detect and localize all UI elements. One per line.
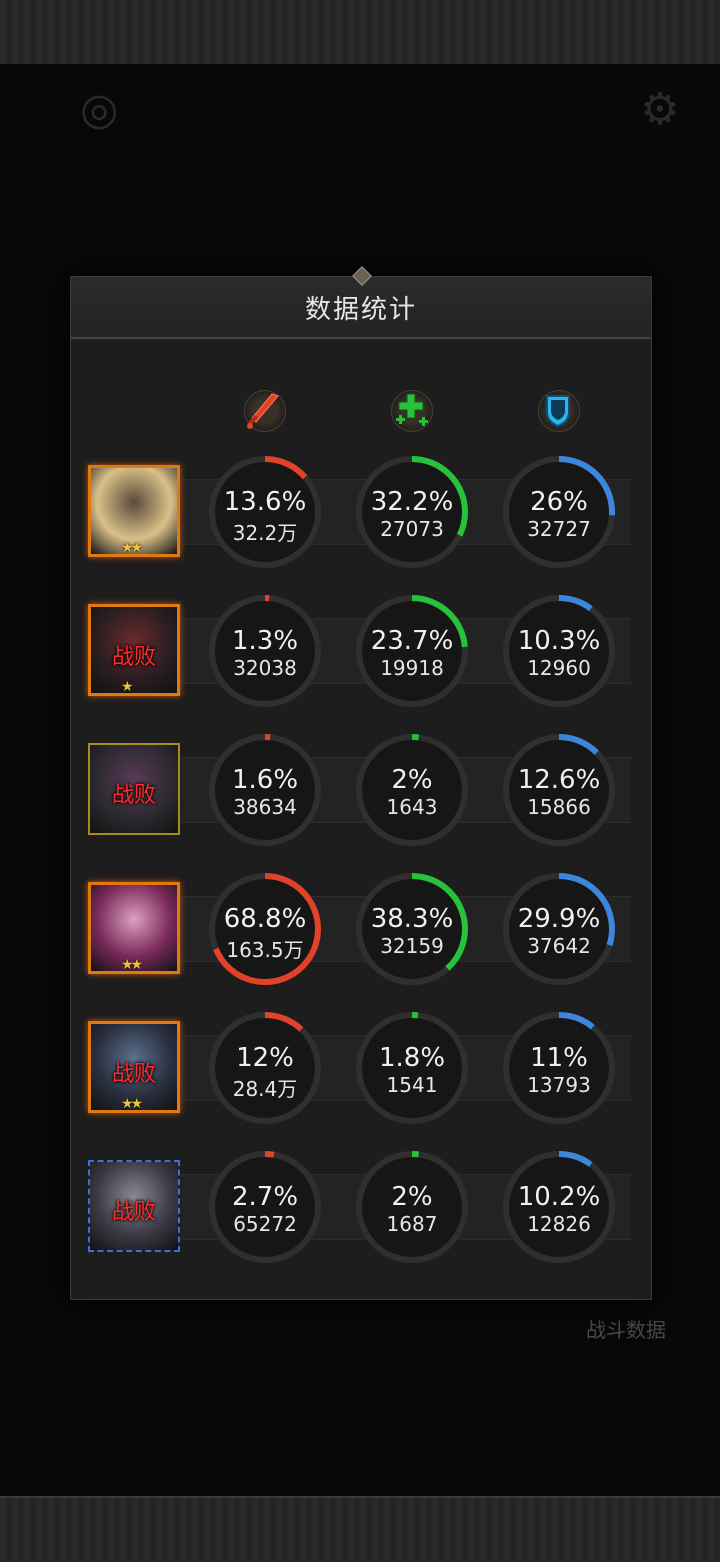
heal-value: 27073 xyxy=(380,517,444,541)
star-rating: ★ xyxy=(121,679,133,695)
panel-title: 数据统计 xyxy=(304,294,417,325)
top-frame-border xyxy=(0,0,720,66)
panel-header: 数据统计 xyxy=(71,266,651,339)
heal-percent: 1.8% xyxy=(378,1043,446,1073)
bg-menu-icon: ◎ xyxy=(80,84,119,135)
heal-value: 1541 xyxy=(386,1073,438,1097)
heal-ring: 38.3% 32159 xyxy=(353,870,471,988)
damage-percent: 2.7% xyxy=(231,1182,299,1212)
bottom-frame-border xyxy=(0,1496,720,1562)
damage-percent: 68.8% xyxy=(223,904,307,934)
hero-avatar[interactable]: ★★ xyxy=(88,882,180,974)
star-rating: ★★ xyxy=(121,1096,143,1112)
heal-value: 1687 xyxy=(386,1212,438,1236)
hero-stats-row: ★★ 13.6% 32.2万 32.2% 27073 26% 32727 xyxy=(71,453,651,571)
heal-ring: 23.7% 19918 xyxy=(353,592,471,710)
defeated-label: 战败 xyxy=(111,1200,156,1225)
heal-percent: 32.2% xyxy=(370,487,454,517)
hero-stats-row: 战败 ★ 1.3% 32038 23.7% 19918 10.3% 12960 xyxy=(71,592,651,710)
defeated-label: 战败 xyxy=(111,1062,156,1087)
damage-value: 28.4万 xyxy=(232,1077,298,1101)
battle-data-label[interactable]: 战斗数据 xyxy=(586,1314,666,1343)
heal-ring: 32.2% 27073 xyxy=(353,453,471,571)
shield-percent: 29.9% xyxy=(517,904,601,934)
hero-avatar[interactable]: 战败 xyxy=(88,743,180,835)
hero-avatar[interactable]: ★★ xyxy=(88,465,180,557)
shield-value: 15866 xyxy=(527,795,591,819)
defeated-label: 战败 xyxy=(111,783,156,808)
damage-ring: 2.7% 65272 xyxy=(206,1148,324,1266)
damage-percent: 12% xyxy=(236,1043,294,1073)
damage-value: 65272 xyxy=(233,1212,297,1236)
shield-value: 13793 xyxy=(527,1073,591,1097)
heal-percent: 2% xyxy=(391,1182,433,1212)
shield-ring: 12.6% 15866 xyxy=(500,731,618,849)
shield-percent: 10.2% xyxy=(517,1182,601,1212)
damage-ring: 1.6% 38634 xyxy=(206,731,324,849)
heal-value: 1643 xyxy=(386,795,438,819)
shield-ring: 29.9% 37642 xyxy=(500,870,618,988)
shield-value: 12826 xyxy=(527,1212,591,1236)
damage-percent: 1.3% xyxy=(231,626,299,656)
hero-avatar[interactable]: 战败 ★ xyxy=(88,604,180,696)
shield-percent: 12.6% xyxy=(517,765,601,795)
heal-percent: 23.7% xyxy=(370,626,454,656)
shield-percent: 11% xyxy=(530,1043,588,1073)
damage-value: 32.2万 xyxy=(232,521,298,545)
damage-value: 32038 xyxy=(233,656,297,680)
shield-percent: 26% xyxy=(530,487,588,517)
damage-percent: 13.6% xyxy=(223,487,307,517)
damage-ring: 13.6% 32.2万 xyxy=(206,453,324,571)
heal-ring: 1.8% 1541 xyxy=(353,1009,471,1127)
hero-stats-row: 战败 2.7% 65272 2% 1687 10.2% 12826 xyxy=(71,1148,651,1266)
damage-ring: 12% 28.4万 xyxy=(206,1009,324,1127)
shield-percent: 10.3% xyxy=(517,626,601,656)
heal-ring: 2% 1687 xyxy=(353,1148,471,1266)
hero-avatar[interactable]: 战败 xyxy=(88,1160,180,1252)
defeated-label: 战败 xyxy=(111,645,156,670)
shield-value: 12960 xyxy=(527,656,591,680)
hero-stats-row: 战败 1.6% 38634 2% 1643 12.6% 15866 xyxy=(71,731,651,849)
shield-ring: 10.2% 12826 xyxy=(500,1148,618,1266)
hero-stats-row: ★★ 68.8% 163.5万 38.3% 32159 29.9% 37642 xyxy=(71,870,651,988)
damage-percent: 1.6% xyxy=(231,765,299,795)
star-rating: ★★ xyxy=(121,540,143,556)
heal-percent: 38.3% xyxy=(370,904,454,934)
damage-value: 163.5万 xyxy=(226,938,304,962)
heal-value: 32159 xyxy=(380,934,444,958)
shield-icon xyxy=(530,382,586,438)
damage-value: 38634 xyxy=(233,795,297,819)
star-rating: ★★ xyxy=(121,957,143,973)
hero-stats-row: 战败 ★★ 12% 28.4万 1.8% 1541 11% 13793 xyxy=(71,1009,651,1127)
sword-damage-icon xyxy=(236,382,292,438)
heal-value: 19918 xyxy=(380,656,444,680)
shield-value: 37642 xyxy=(527,934,591,958)
shield-ring: 26% 32727 xyxy=(500,453,618,571)
damage-ring: 68.8% 163.5万 xyxy=(206,870,324,988)
heal-ring: 2% 1643 xyxy=(353,731,471,849)
statistics-panel: 数据统计 ★★ 13.6% 32.2万 32.2% 27073 26% 32727 战败 ★ 1.… xyxy=(70,266,652,1300)
shield-ring: 11% 13793 xyxy=(500,1009,618,1127)
shield-value: 32727 xyxy=(527,517,591,541)
shield-ring: 10.3% 12960 xyxy=(500,592,618,710)
heal-cross-icon xyxy=(383,382,439,438)
hero-avatar[interactable]: 战败 ★★ xyxy=(88,1021,180,1113)
bg-settings-icon: ⚙ xyxy=(640,84,680,135)
damage-ring: 1.3% 32038 xyxy=(206,592,324,710)
heal-percent: 2% xyxy=(391,765,433,795)
